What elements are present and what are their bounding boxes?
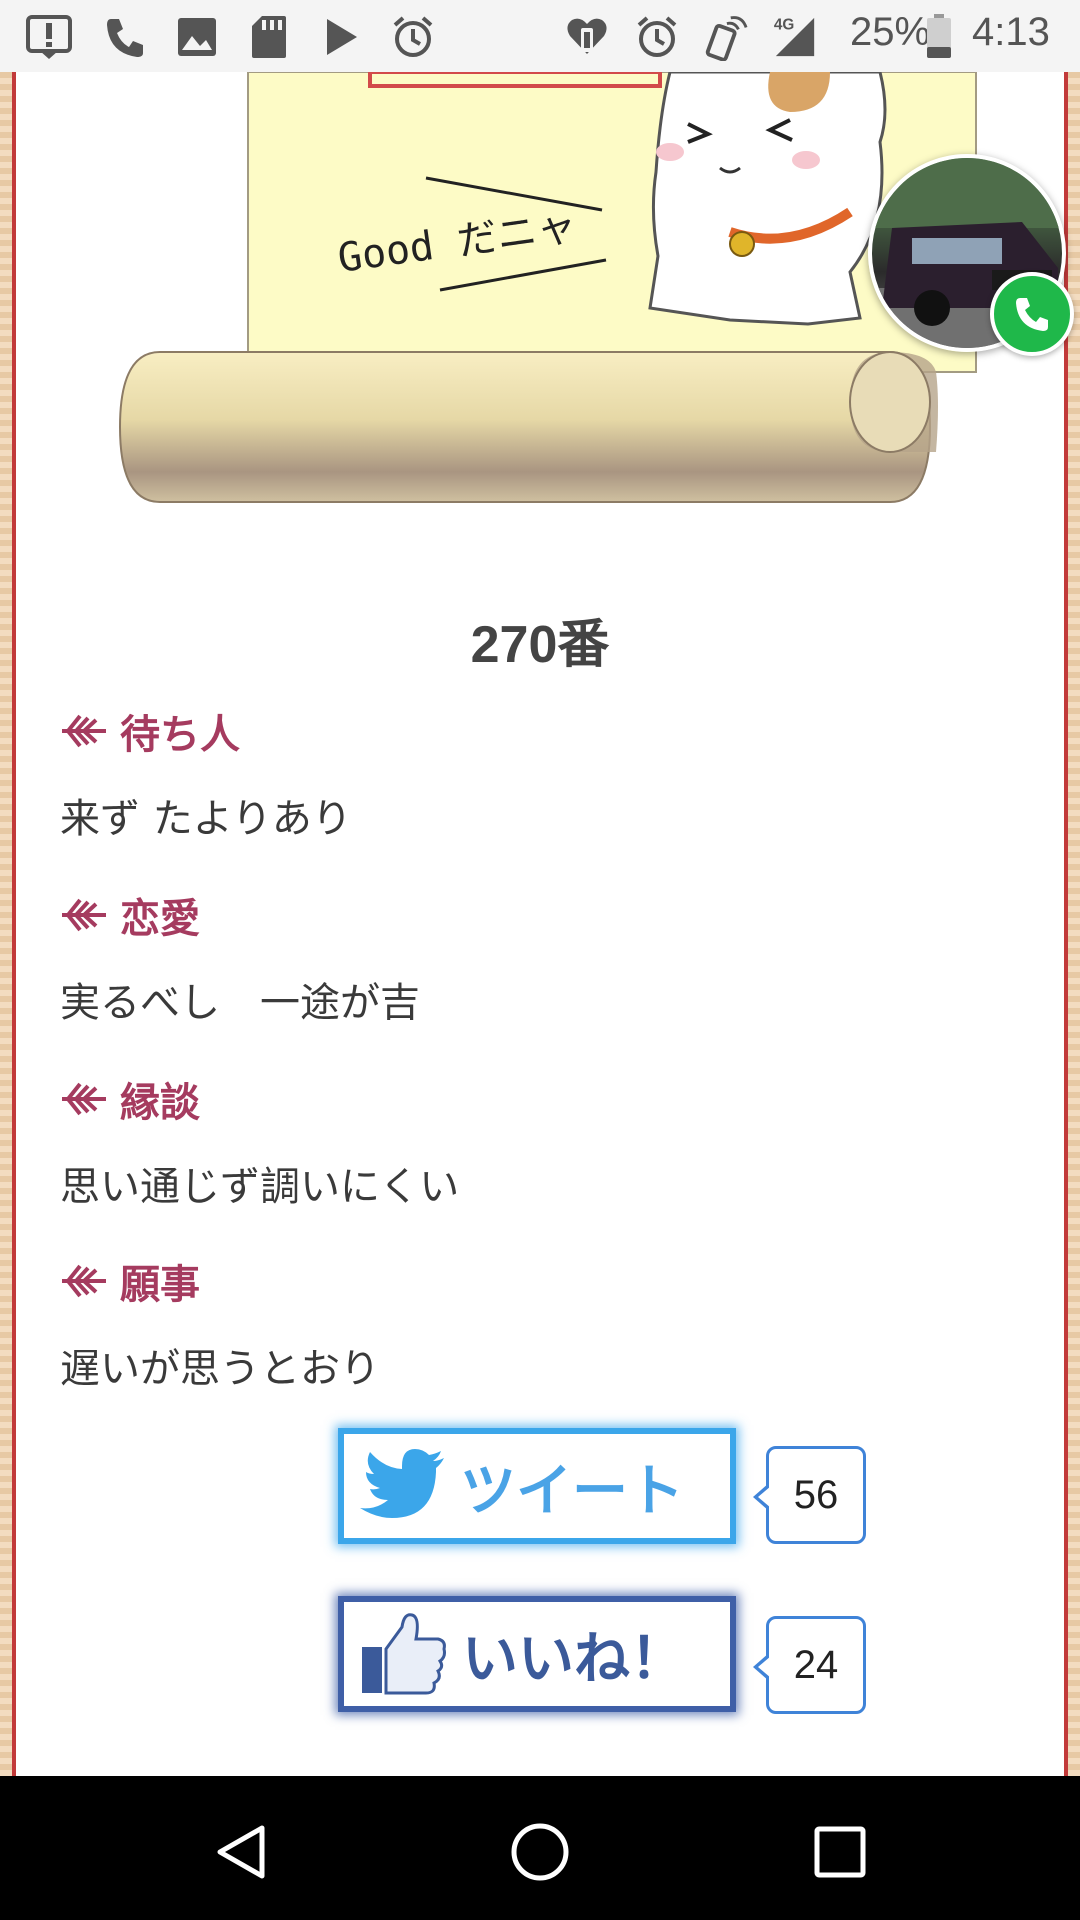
arrow-fletching-icon	[62, 1264, 106, 1298]
tweet-button[interactable]: ツイート	[338, 1428, 736, 1544]
fortune-item-text: 来ず たよりあり	[60, 796, 352, 842]
nfc-icon	[702, 14, 748, 61]
arrow-fletching-icon	[62, 714, 106, 748]
svg-text:4G: 4G	[774, 16, 794, 33]
image-icon	[174, 14, 220, 60]
fortune-item-heading: 恋愛	[58, 886, 200, 944]
fortune-number: 270番	[470, 616, 610, 674]
arrow-fletching-icon	[62, 1082, 106, 1116]
tweet-count: 56	[753, 1446, 866, 1544]
fortune-item-label: 待ち人	[120, 712, 240, 758]
fortune-item-label: 恋愛	[120, 896, 200, 942]
navigation-bar	[0, 1776, 1080, 1920]
fortune-item-text: 実るべし 一途が吉	[60, 980, 420, 1026]
battery-icon	[916, 14, 962, 60]
like-count: 24	[753, 1616, 866, 1714]
fortune-item-text: 思い通じず調いにくい	[60, 1164, 460, 1210]
call-button[interactable]	[990, 272, 1074, 356]
thumbs-up-icon	[362, 1613, 446, 1695]
alarm-icon	[390, 14, 436, 60]
fortune-scroll-illustration: Good だニャ	[118, 72, 977, 503]
recents-button[interactable]	[800, 1812, 880, 1892]
fortune-item-text: 遅いが思うとおり	[60, 1346, 380, 1392]
cat-illustration	[648, 72, 887, 326]
phone-icon	[1016, 298, 1048, 331]
tweet-label: ツイート	[460, 1458, 684, 1524]
omikuji-page[interactable]: Good だニャ 270番 待ち人 来ず たよりあり 恋愛 実るべし 一途が吉 …	[0, 72, 1080, 1776]
fortune-item-label: 願事	[120, 1262, 200, 1308]
arrow-fletching-icon	[62, 898, 106, 932]
alarm-icon	[634, 14, 680, 60]
frame-border-left	[0, 72, 16, 1776]
home-circle-icon	[511, 1823, 569, 1881]
recents-square-icon	[814, 1826, 866, 1878]
twitter-bird-icon	[360, 1449, 444, 1518]
play-icon	[318, 14, 364, 60]
status-bar: 4G 25% 4:13	[0, 0, 1080, 72]
back-triangle-icon	[217, 1825, 265, 1879]
signal-icon: 4G	[772, 14, 818, 60]
fortune-item-heading: 待ち人	[58, 702, 240, 760]
wifi-calling-icon	[102, 14, 148, 60]
health-icon	[564, 14, 610, 60]
clock: 4:13	[972, 10, 1050, 54]
like-button[interactable]: いいね！	[338, 1596, 736, 1712]
alert-icon	[26, 14, 72, 60]
fortune-item-heading: 願事	[58, 1252, 200, 1310]
fortune-item-label: 縁談	[120, 1080, 200, 1126]
like-label: いいね！	[462, 1626, 686, 1692]
sd-card-icon	[246, 14, 292, 60]
back-button[interactable]	[202, 1812, 282, 1892]
home-button[interactable]	[500, 1812, 580, 1892]
fortune-item-heading: 縁談	[58, 1070, 200, 1128]
